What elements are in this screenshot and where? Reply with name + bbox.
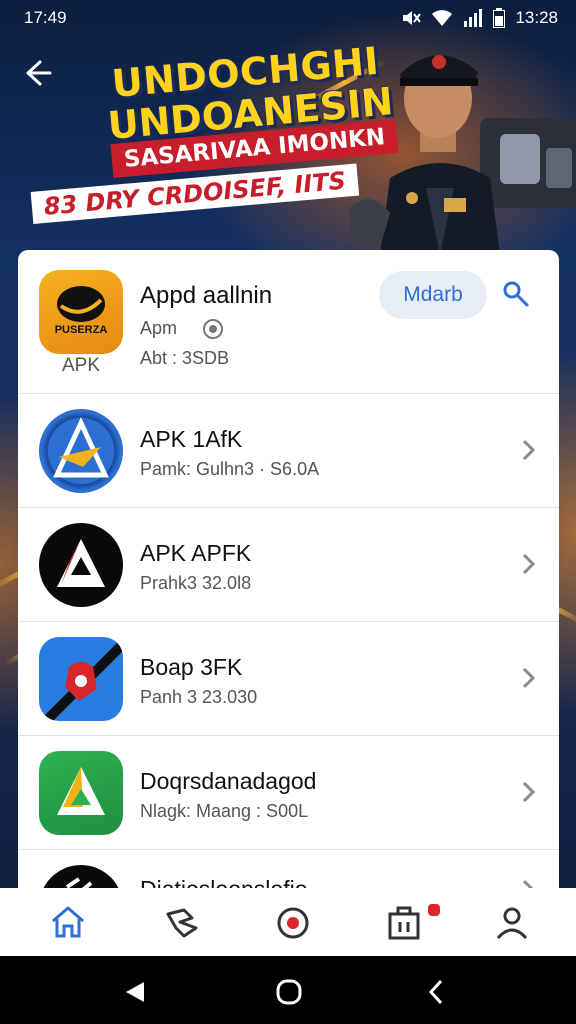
mute-icon (403, 11, 422, 25)
featured-icon-caption: APK (61, 355, 101, 376)
app-title: Doqrsdanadagod (140, 768, 317, 794)
featured-app-row[interactable]: PUSERZA APK Appd aallnin Apm Abt : 3SDB … (18, 250, 559, 394)
blue-red-shield-icon (39, 637, 123, 721)
blue-circle-a-icon (39, 409, 123, 493)
app-list-item[interactable]: APK 1AfK Pamk: Gulhn3 · S6.0A (18, 394, 559, 508)
status-bar: 17:49 13:28 (0, 0, 576, 36)
profile-icon[interactable] (492, 902, 532, 942)
search-icon[interactable] (502, 280, 530, 308)
app-meta: Prahk3 32.0l8 (140, 573, 252, 593)
system-navigation-bar (0, 956, 576, 1024)
home-circle-icon[interactable] (276, 979, 302, 1005)
chevron-right-icon (522, 439, 536, 461)
app-meta: Pamk: Gulhn3 · S6.0A (140, 459, 320, 479)
wifi-icon (432, 10, 453, 26)
bottom-navigation (0, 888, 576, 956)
app-title: APK 1AfK (140, 426, 243, 452)
signal-icon (464, 9, 483, 27)
apps-shop-icon[interactable] (384, 902, 424, 942)
status-clock-right: 13:28 (515, 8, 558, 27)
app-meta: Nlagk: Maang : S00L (140, 801, 309, 821)
recent-chevron-icon[interactable] (426, 978, 446, 1006)
back-triangle-icon[interactable] (122, 980, 146, 1004)
app-list-item[interactable]: APK APFK Prahk3 32.0l8 (18, 508, 559, 622)
app-list-item[interactable]: Boap 3FK Panh 3 23.030 (18, 622, 559, 736)
featured-app-icon: PUSERZA (39, 270, 123, 354)
app-list-item[interactable]: Doqrsdanadagod Nlagk: Maang : S00L (18, 736, 559, 850)
game-icon[interactable] (273, 902, 313, 942)
status-time: 17:49 (24, 8, 67, 27)
back-arrow-icon[interactable] (20, 56, 54, 90)
featured-action-button[interactable]: Mdarb (379, 271, 487, 319)
featured-app-title: Appd aallnin (140, 282, 273, 309)
chevron-right-icon (522, 553, 536, 575)
battery-icon (493, 8, 506, 28)
featured-icon-text: PUSERZA (54, 324, 108, 336)
featured-app-sub1: Apm (140, 318, 224, 340)
chevron-right-icon (522, 781, 536, 803)
app-title: APK APFK (140, 540, 252, 566)
home-icon[interactable] (48, 902, 88, 942)
explore-icon[interactable] (162, 902, 202, 942)
black-circle-a-icon (39, 523, 123, 607)
chevron-right-icon (522, 667, 536, 689)
featured-app-sub2: Abt : 3SDB (140, 348, 230, 368)
green-a-icon (39, 751, 123, 835)
verified-icon (203, 319, 224, 340)
app-title: Boap 3FK (140, 654, 243, 680)
app-meta: Panh 3 23.030 (140, 687, 258, 707)
app-list-card: PUSERZA APK Appd aallnin Apm Abt : 3SDB … (18, 250, 559, 910)
police-officer-illustration (350, 55, 576, 254)
notification-dot (426, 902, 442, 918)
